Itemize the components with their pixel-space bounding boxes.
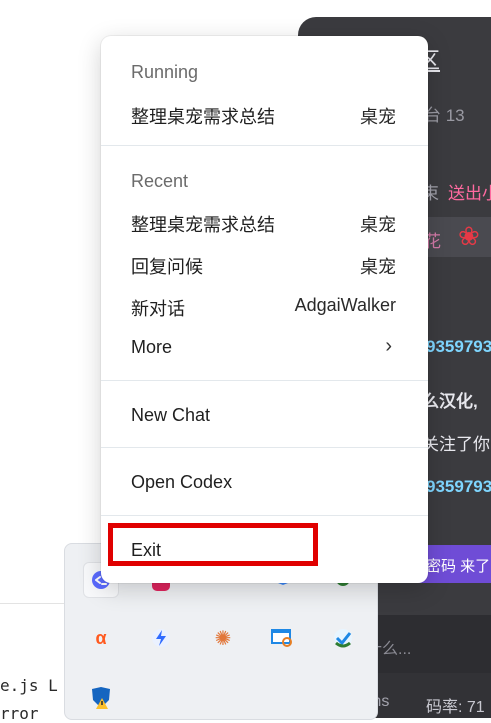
rose-icon: ❀	[458, 221, 480, 251]
recent-item-label: 整理桌宠需求总结	[131, 215, 275, 235]
recent-item-tag: 桌宠	[360, 257, 396, 277]
running-item-label: 整理桌宠需求总结	[131, 107, 275, 127]
background-code-editor: e.js L rror	[0, 603, 70, 723]
menu-divider	[101, 145, 428, 146]
lightning-app-icon[interactable]	[149, 626, 173, 650]
new-chat-label: New Chat	[131, 405, 211, 425]
check-app-icon[interactable]	[331, 626, 355, 650]
recent-item-2[interactable]: 新对话 AdgaiWalker	[101, 286, 428, 326]
more-label: More	[131, 337, 173, 357]
screen-search-icon[interactable]	[271, 626, 295, 650]
menu-divider	[101, 447, 428, 448]
recent-item-tag: AdgaiWalker	[294, 295, 396, 315]
recent-item-tag: 桌宠	[360, 215, 396, 235]
new-chat-menu-item[interactable]: New Chat	[101, 396, 428, 436]
chat-message-2: 关注了你	[422, 435, 490, 454]
running-item-tag: 桌宠	[360, 107, 396, 127]
code-line-1: e.js L	[0, 676, 58, 695]
code-line-2: rror	[0, 704, 39, 723]
chat-subtitle: 台 13	[424, 106, 465, 125]
running-section-header: Running	[131, 62, 199, 82]
recent-item-label: 回复问候	[131, 257, 203, 277]
menu-divider	[101, 380, 428, 381]
open-codex-menu-item[interactable]: Open Codex	[101, 463, 428, 503]
chat-user-id-1: 9359793	[426, 337, 491, 356]
recent-section-header: Recent	[131, 171, 189, 191]
chat-message-1: 么汉化,	[422, 392, 478, 411]
open-codex-label: Open Codex	[131, 472, 233, 492]
menu-divider	[101, 515, 428, 516]
windows-security-warning-icon[interactable]	[89, 686, 113, 710]
sunburst-app-icon[interactable]: ✺	[211, 626, 235, 650]
recent-item-1[interactable]: 回复问候 桌宠	[101, 244, 428, 284]
app-context-menu: Running 整理桌宠需求总结 桌宠 Recent 整理桌宠需求总结 桌宠 回…	[101, 36, 428, 583]
more-menu-item[interactable]: More ›	[101, 328, 428, 368]
alpha-app-icon[interactable]: α	[89, 626, 113, 650]
exit-highlight-box	[108, 523, 318, 566]
running-item-0[interactable]: 整理桌宠需求总结 桌宠	[101, 94, 428, 134]
chat-pill-text: 密码 来了	[426, 558, 491, 575]
recent-item-0[interactable]: 整理桌宠需求总结 桌宠	[101, 202, 428, 242]
chat-user-id-2: 9359793	[426, 477, 491, 496]
recent-item-label: 新对话	[131, 299, 185, 319]
status-bitrate: 码率: 71	[426, 699, 485, 716]
chevron-right-icon: ›	[385, 335, 392, 357]
chat-line-1b: 送出小	[448, 184, 491, 203]
